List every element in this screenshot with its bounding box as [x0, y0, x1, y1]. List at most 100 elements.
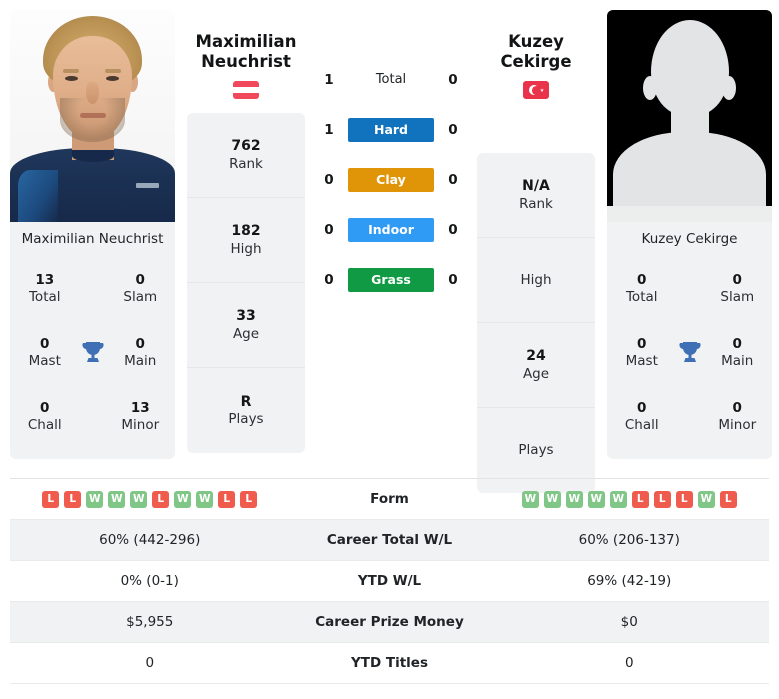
form-result-loss[interactable]: L — [653, 490, 671, 508]
stat-minor: 13 Minor — [110, 400, 172, 435]
form-result-win[interactable]: W — [521, 490, 539, 508]
flag-austria-icon — [233, 81, 259, 100]
silhouette-head — [651, 20, 729, 116]
name-line-1: Kuzey — [508, 32, 564, 51]
stat-value: 0 — [637, 399, 647, 416]
photo-brow-right — [105, 69, 121, 73]
stat-main: 0 Main — [110, 336, 172, 371]
titles-row-1: 0 Total 0 Slam — [611, 257, 768, 321]
row-label-form: Form — [370, 491, 409, 507]
stat-label: Mast — [625, 353, 658, 370]
form-result-loss[interactable]: L — [218, 490, 236, 508]
form-result-loss[interactable]: L — [631, 490, 649, 508]
left-career-total-wl: 60% (442-296) — [99, 532, 201, 548]
form-result-loss[interactable]: L — [42, 490, 60, 508]
head-to-head-column: 1 Total 0 1 Hard 0 0 Clay 0 0 Indoor 0 0 — [317, 10, 465, 292]
form-result-win[interactable]: W — [697, 490, 715, 508]
form-result-loss[interactable]: L — [152, 490, 170, 508]
stat-label: Minor — [121, 417, 160, 434]
trophy-icon — [76, 340, 110, 366]
photo-brow-left — [63, 69, 79, 73]
surface-badge-hard[interactable]: Hard — [348, 118, 434, 142]
form-result-loss[interactable]: L — [719, 490, 737, 508]
form-result-win[interactable]: W — [543, 490, 561, 508]
surface-badge-clay[interactable]: Clay — [348, 168, 434, 192]
stat-total: 0 Total — [611, 272, 673, 307]
row-label-career-prize-money: Career Prize Money — [315, 614, 464, 630]
form-result-loss[interactable]: L — [675, 490, 693, 508]
right-player-info-column: Kuzey Cekirge N/A Rank High 24 Age Plays — [477, 10, 595, 494]
form-result-win[interactable]: W — [609, 490, 627, 508]
flag-band-top — [233, 81, 259, 88]
stat-label: Total — [625, 289, 658, 306]
info-label: Age — [522, 365, 550, 382]
left-ytd-titles: 0 — [145, 655, 155, 671]
left-player-name[interactable]: Maximilian Neuchrist — [196, 10, 297, 72]
left-player-photo-card[interactable]: Maximilian Neuchrist 13 Total 0 Slam 0 M… — [10, 10, 175, 460]
stat-value: 0 — [40, 335, 50, 352]
right-player-info-card: N/A Rank High 24 Age Plays — [477, 153, 595, 494]
h2h-left-count: 0 — [324, 222, 334, 238]
info-value: 762 — [231, 138, 261, 155]
left-player-photo — [10, 10, 175, 222]
left-form-cell: LLWWWLWWLL — [10, 490, 290, 508]
form-result-win[interactable]: W — [565, 490, 583, 508]
form-result-loss[interactable]: L — [64, 490, 82, 508]
stat-chall: 0 Chall — [611, 400, 673, 435]
table-row: $5,955 Career Prize Money $0 — [10, 602, 769, 643]
info-label: High — [230, 240, 262, 257]
stat-mast: 0 Mast — [611, 336, 673, 371]
info-age: 24 Age — [477, 323, 595, 409]
stat-label: Chall — [624, 417, 659, 434]
right-form-cell: WWWWWLLLWL — [490, 490, 770, 508]
form-result-win[interactable]: W — [587, 490, 605, 508]
stat-minor: 0 Minor — [707, 400, 769, 435]
info-rank: 762 Rank — [187, 113, 305, 199]
form-result-loss[interactable]: L — [240, 490, 258, 508]
stat-label: Chall — [27, 417, 62, 434]
info-high: 182 High — [187, 198, 305, 284]
form-result-win[interactable]: W — [196, 490, 214, 508]
info-label: Rank — [519, 195, 553, 212]
h2h-left-count: 1 — [324, 122, 334, 138]
left-player-titles-summary: 13 Total 0 Slam 0 Mast 0 Main 0 Chall 13… — [10, 257, 175, 459]
stat-slam: 0 Slam — [707, 272, 769, 307]
h2h-right-count: 0 — [448, 172, 458, 188]
comparison-table: LLWWWLWWLL Form WWWWWLLLWL 60% (442-296)… — [10, 478, 769, 684]
right-career-total-wl: 60% (206-137) — [578, 532, 680, 548]
h2h-right-count: 0 — [448, 272, 458, 288]
right-player-photo-card[interactable]: Kuzey Cekirge 0 Total 0 Slam 0 Mast 0 Ma… — [607, 10, 772, 460]
surface-badge-grass[interactable]: Grass — [348, 268, 434, 292]
form-result-win[interactable]: W — [174, 490, 192, 508]
right-ytd-wl: 69% (42-19) — [587, 573, 672, 589]
stat-value: 0 — [135, 271, 145, 288]
form-result-win[interactable]: W — [130, 490, 148, 508]
photo-shirt-logo — [136, 183, 159, 188]
h2h-right-count: 0 — [448, 222, 458, 238]
trophy-icon — [673, 340, 707, 366]
info-plays: R Plays — [187, 368, 305, 453]
photo-shirt-accent — [18, 170, 58, 222]
flag-star — [540, 88, 544, 92]
h2h-right-count: 0 — [448, 122, 458, 138]
form-result-win[interactable]: W — [108, 490, 126, 508]
surface-badge-indoor[interactable]: Indoor — [348, 218, 434, 242]
titles-row-3: 0 Chall 13 Minor — [14, 385, 171, 449]
right-player-name[interactable]: Kuzey Cekirge — [500, 10, 571, 72]
stat-chall: 0 Chall — [14, 400, 76, 435]
photo-collar — [72, 150, 114, 162]
name-line-1: Maximilian — [195, 32, 297, 51]
h2h-row-hard: 1 Hard 0 — [317, 118, 465, 142]
stat-mast: 0 Mast — [14, 336, 76, 371]
stat-value: 0 — [732, 399, 742, 416]
titles-row-1: 13 Total 0 Slam — [14, 257, 171, 321]
info-age: 33 Age — [187, 283, 305, 369]
info-value: N/A — [522, 178, 550, 195]
stat-label: Mast — [28, 353, 61, 370]
stat-value: 0 — [135, 335, 145, 352]
form-result-win[interactable]: W — [86, 490, 104, 508]
right-ytd-titles: 0 — [624, 655, 634, 671]
h2h-row-indoor: 0 Indoor 0 — [317, 218, 465, 242]
row-label-ytd-wl: YTD W/L — [357, 573, 422, 589]
titles-row-3: 0 Chall 0 Minor — [611, 385, 768, 449]
